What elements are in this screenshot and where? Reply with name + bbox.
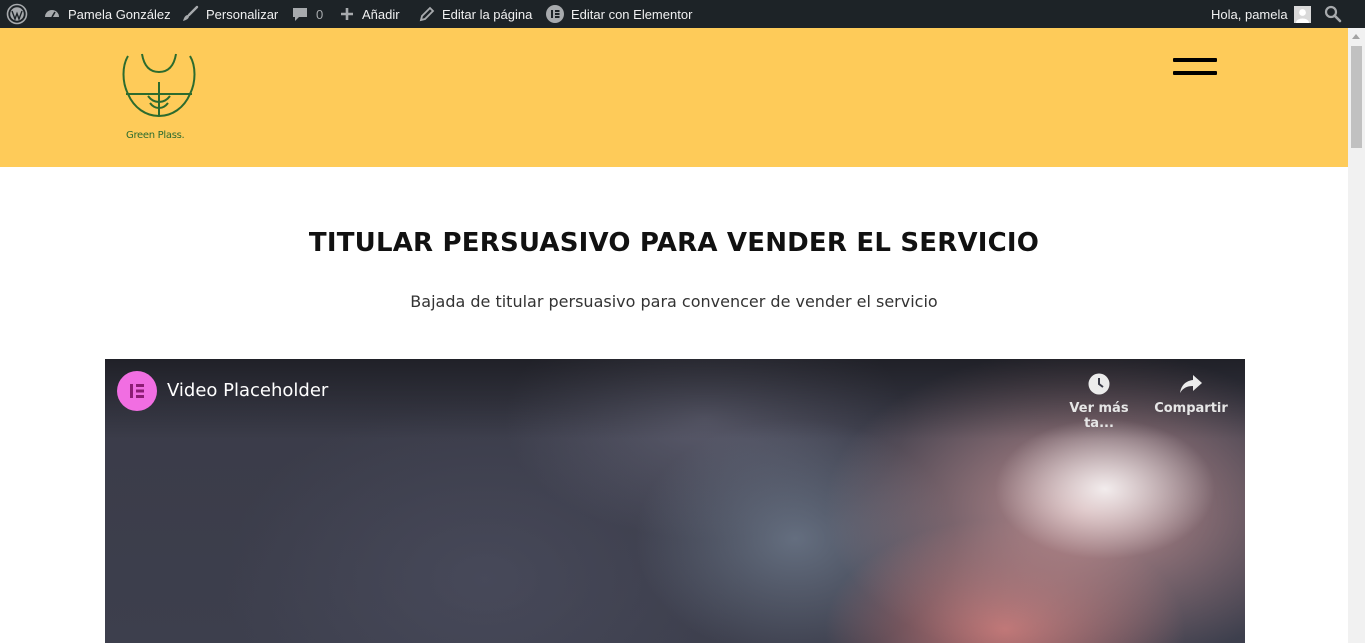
scroll-up-arrow-icon[interactable] [1352,34,1360,39]
edit-page-link[interactable]: Editar la página [418,0,532,28]
customize-label: Personalizar [206,6,279,22]
share-label: Compartir [1154,401,1228,416]
search-icon [1324,5,1342,23]
site-logo[interactable]: Green Plass. [120,52,198,147]
video-embed[interactable]: Video Placeholder Ver más ta... Comparti… [105,359,1245,643]
menu-toggle-button[interactable] [1173,58,1217,82]
clock-icon [1088,373,1110,395]
edit-with-elementor-link[interactable]: Editar con Elementor [546,0,692,28]
admin-bar: Pamela González Personalizar 0 Añadir Ed… [0,0,1365,28]
share-button[interactable]: Compartir [1146,371,1236,416]
site-name-label: Pamela González [68,6,171,22]
pencil-icon [418,6,435,23]
page-scrollbar[interactable] [1348,28,1365,643]
plus-icon [339,6,355,22]
user-avatar [1293,5,1311,23]
wordpress-logo-button[interactable] [6,0,28,28]
share-arrow-icon [1180,375,1202,393]
elementor-logo-icon [130,384,144,398]
customize-link[interactable]: Personalizar [181,0,278,28]
channel-avatar[interactable] [117,371,157,411]
wordpress-icon [6,3,28,25]
logo-text: Green Plass. [126,130,185,141]
scrollbar-thumb[interactable] [1351,46,1362,148]
watch-later-label: Ver más ta... [1069,401,1129,431]
site-name-link[interactable]: Pamela González [43,0,171,28]
site-header: Green Plass. [0,28,1348,167]
comments-link[interactable]: 0 [291,0,323,28]
elementor-icon [546,5,564,23]
add-new-label: Añadir [362,6,400,22]
greeting-label: Hola, pamela [1211,6,1288,22]
comments-count: 0 [316,6,324,22]
video-title[interactable]: Video Placeholder [167,380,328,401]
edit-page-label: Editar la página [442,6,533,22]
watch-later-button[interactable]: Ver más ta... [1054,371,1144,431]
comment-icon [291,5,309,23]
add-new-link[interactable]: Añadir [339,0,400,28]
dashboard-icon [43,5,61,23]
my-account-link[interactable]: Hola, pamela [1211,0,1311,28]
search-button[interactable] [1324,0,1342,28]
page-headline: TITULAR PERSUASIVO PARA VENDER EL SERVIC… [308,228,1040,258]
edit-with-elementor-label: Editar con Elementor [571,6,693,22]
page-subheadline: Bajada de titular persuasivo para conven… [410,292,938,311]
greenplass-logo-icon [122,53,196,118]
paintbrush-icon [181,5,199,23]
